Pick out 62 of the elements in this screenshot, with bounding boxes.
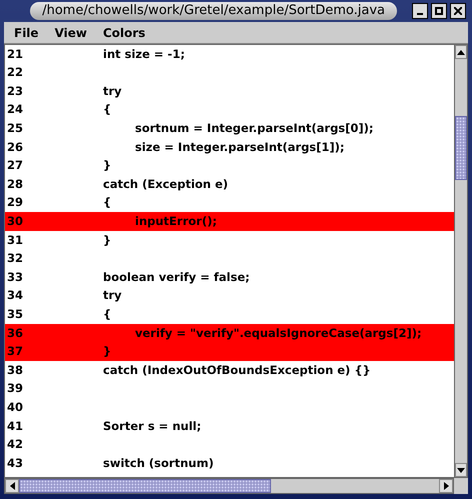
code-text: { — [103, 306, 112, 323]
scrollbar-thumb[interactable] — [19, 479, 271, 493]
code-text: switch (sortnum) — [103, 454, 214, 472]
scroll-up-button[interactable] — [455, 45, 467, 59]
code-text: try — [103, 82, 122, 100]
code-text: try — [103, 287, 122, 304]
line-number: 28 — [6, 176, 24, 193]
line-number: 31 — [6, 232, 24, 249]
vertical-scrollbar[interactable] — [454, 44, 468, 478]
code-text: size = Integer.parseInt(args[1]); — [134, 138, 345, 156]
line-number: 32 — [6, 250, 24, 268]
line-number: 25 — [6, 120, 24, 138]
close-icon — [454, 7, 462, 15]
line-number: 42 — [6, 436, 24, 454]
line-number: 29 — [6, 194, 24, 212]
line-number: 40 — [6, 398, 24, 416]
line-number: 27 — [6, 157, 24, 174]
line-number: 34 — [6, 287, 24, 304]
line-number: 33 — [6, 268, 24, 286]
line-number: 26 — [6, 138, 24, 156]
line-number: 35 — [6, 306, 24, 323]
code-text: int size = -1; — [103, 46, 185, 63]
scroll-down-button[interactable] — [455, 463, 467, 477]
close-button[interactable] — [450, 3, 466, 19]
line-number: 38 — [6, 362, 24, 379]
line-number: 30 — [6, 213, 24, 230]
minimize-button[interactable] — [412, 3, 428, 19]
menu-item[interactable]: File — [6, 24, 47, 42]
line-number: 22 — [6, 64, 24, 82]
line-number: 23 — [6, 82, 24, 100]
code-text: Sorter s = null; — [103, 418, 202, 435]
code-text: { — [103, 194, 112, 212]
code-text: sortnum = Integer.parseInt(args[0]); — [134, 120, 374, 138]
line-number: 39 — [6, 380, 24, 398]
menu-item[interactable]: View — [46, 24, 95, 42]
code-text: catch (IndexOutOfBoundsException e) {} — [103, 362, 371, 379]
menu-item[interactable]: Colors — [94, 24, 154, 42]
scroll-right-button[interactable] — [439, 479, 453, 493]
line-number: 41 — [6, 418, 24, 435]
code-text: verify = "verify".equalsIgnoreCase(args[2]); — [134, 324, 422, 342]
horizontal-scrollbar[interactable] — [4, 478, 454, 494]
window-title: /home/chowells/work/Gretel/example/SortDemo.java — [30, 2, 397, 20]
code-text: catch (Exception e) — [103, 176, 228, 193]
line-number: 21 — [6, 46, 24, 63]
code-text: { — [103, 101, 112, 118]
maximize-icon — [435, 7, 443, 15]
code-text: boolean verify = false; — [103, 268, 250, 286]
code-text: } — [103, 232, 112, 249]
maximize-button[interactable] — [431, 3, 447, 19]
down-arrow-icon — [457, 468, 465, 472]
code-text: } — [103, 157, 112, 174]
right-arrow-icon — [444, 482, 448, 490]
scroll-left-button[interactable] — [5, 479, 19, 493]
line-number: 36 — [6, 324, 24, 342]
scrollbar-thumb[interactable] — [455, 116, 467, 180]
up-arrow-icon — [457, 50, 465, 54]
line-number: 37 — [6, 343, 24, 360]
line-number: 24 — [6, 101, 24, 118]
code-text: } — [103, 343, 112, 360]
line-number: 43 — [6, 454, 24, 472]
code-text: inputError(); — [134, 213, 217, 230]
left-arrow-icon — [10, 482, 14, 490]
